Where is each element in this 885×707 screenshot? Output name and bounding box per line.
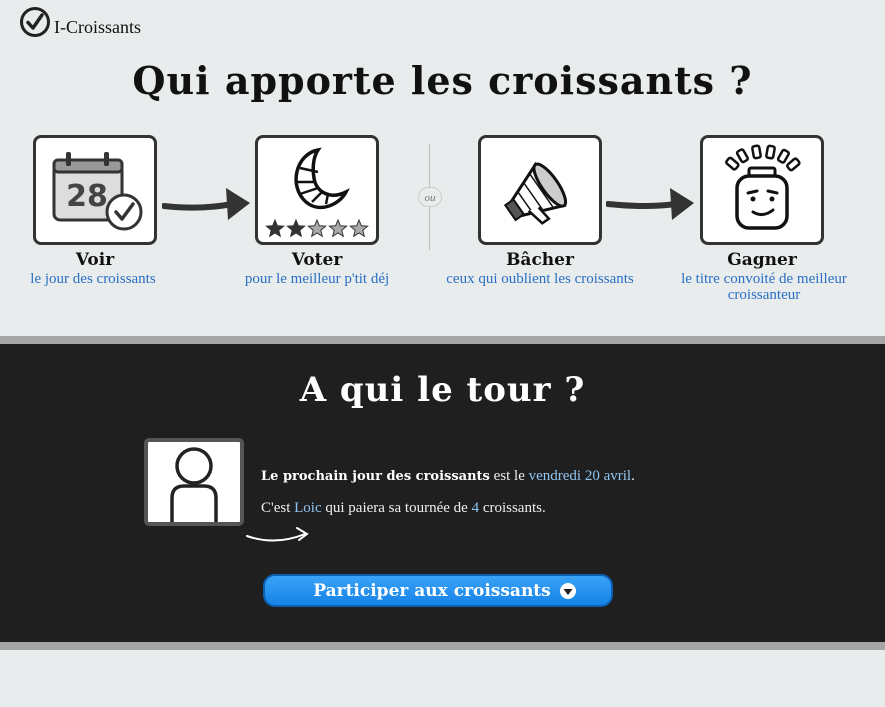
participate-button-label: Participer aux croissants [313, 580, 551, 601]
rating-stars [265, 218, 369, 238]
swoosh-arrow-icon [246, 527, 309, 542]
payer-end: croissants. [479, 500, 546, 516]
payer-text: C'est Loic qui paiera sa tournée de 4 cr… [261, 500, 546, 517]
croissant-count: 4 [471, 500, 480, 516]
arrow-right-icon [162, 188, 250, 220]
star-filled-icon [265, 218, 285, 238]
calendar-day: 28 [66, 179, 108, 214]
or-label: ou [418, 187, 442, 207]
croissant-icon [265, 147, 369, 238]
step-bacher-title: Bâcher [506, 250, 574, 270]
step-bacher-card [478, 135, 602, 245]
step-voir-title: Voir [75, 250, 115, 270]
turn-title: A qui le tour ? [299, 370, 586, 410]
next-day-label: Le prochain jour des croissants [261, 469, 490, 484]
next-day-end: . [631, 468, 635, 484]
star-empty-icon [307, 218, 327, 238]
user-icon [170, 447, 218, 522]
next-day-mid: est le [489, 468, 529, 484]
payer-prefix: C'est [261, 500, 295, 516]
step-gagner-card [700, 135, 824, 245]
section-divider [0, 336, 885, 344]
app-name: I-Croissants [54, 17, 141, 37]
chevron-down-circle-icon [559, 582, 576, 599]
next-day-text: Le prochain jour des croissants est le v… [261, 468, 635, 485]
calendar-icon: 28 [52, 152, 143, 231]
app-logo[interactable]: I-Croissants [19, 5, 141, 38]
step-voir-card: 28 [33, 135, 157, 245]
star-filled-icon [286, 218, 306, 238]
step-voter-subtitle: pour le meilleur p'tit déj [244, 271, 390, 287]
megaphone-icon [503, 161, 568, 225]
section-divider [0, 642, 885, 650]
step-gagner-subtitle: le titre convoité de meilleur croissante… [681, 271, 847, 303]
page-title: Qui apporte les croissants ? [132, 58, 753, 103]
next-date-link[interactable]: vendredi 20 avril [529, 468, 631, 484]
payer-name-link[interactable]: Loic [294, 500, 322, 516]
step-voter-title: Voter [291, 250, 343, 270]
star-empty-icon [328, 218, 348, 238]
step-voter-card [255, 135, 379, 245]
check-circle-icon [20, 6, 50, 37]
participate-button[interactable]: Participer aux croissants [263, 574, 613, 607]
step-voir-subtitle: le jour des croissants [30, 271, 156, 287]
avatar [144, 438, 244, 526]
step-gagner-title: Gagner [727, 250, 797, 270]
payer-mid: qui paiera sa tournée de [321, 500, 472, 516]
arrow-right-icon [606, 188, 694, 220]
winner-head-icon [725, 144, 801, 230]
star-empty-icon [349, 218, 369, 238]
step-bacher-subtitle: ceux qui oublient les croissants [446, 271, 634, 287]
